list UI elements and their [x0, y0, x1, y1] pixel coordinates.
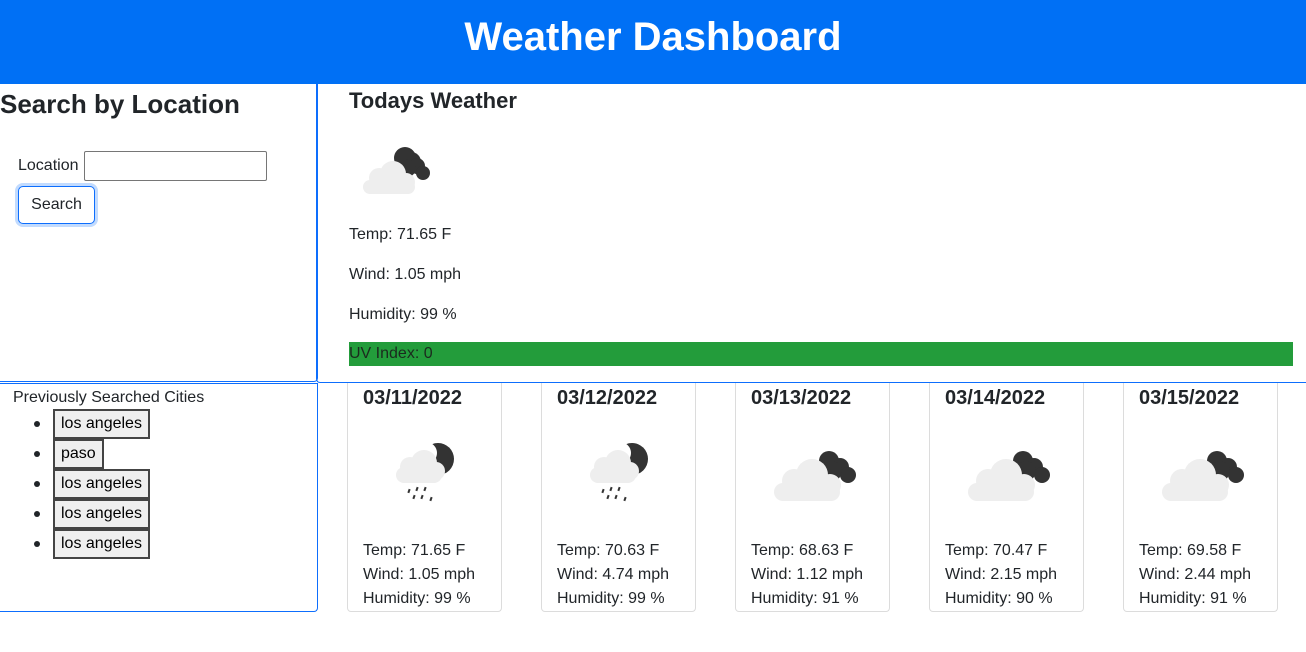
cloud-moon-icon — [774, 451, 856, 501]
history-city-button[interactable]: los angeles — [53, 499, 150, 529]
forecast-temp: Temp: 71.65 F — [363, 542, 466, 559]
uv-index-text: UV Index: 0 — [349, 345, 433, 362]
todays-weather-title: Todays Weather — [349, 88, 517, 113]
today-wind: Wind: 1.05 mph — [349, 266, 462, 283]
forecast-wind: Wind: 4.74 mph — [557, 566, 670, 583]
forecast-card: 03/13/2022 Temp: 68.63 F Wind: 1.12 mph … — [735, 383, 890, 612]
cloud-moon-icon — [968, 451, 1050, 501]
rain-cloud-moon-icon — [396, 442, 454, 502]
forecast-date: 03/11/2022 — [363, 387, 462, 409]
today-humidity: Humidity: 99 % — [349, 306, 457, 323]
todays-weather-panel: Todays Weather Temp: 71.65 F Wind: 1.05 … — [316, 84, 1306, 383]
bullet — [34, 421, 40, 427]
forecast-wind: Wind: 2.44 mph — [1139, 566, 1252, 583]
cloud-moon-icon — [1162, 451, 1244, 501]
history-title: Previously Searched Cities — [13, 389, 205, 406]
search-panel: Search by Location Location Search — [0, 84, 318, 382]
forecast-humidity: Humidity: 90 % — [945, 590, 1053, 607]
bullet — [34, 451, 40, 457]
forecast-date: 03/14/2022 — [945, 387, 1046, 409]
forecast-card: 03/12/2022 Temp: 70.63 F Wind: 4.74 mph … — [541, 383, 696, 612]
history-city-button[interactable]: los angeles — [53, 409, 150, 439]
forecast-card: 03/11/2022 Temp: 71.65 F Wind: 1.05 mph … — [347, 383, 502, 612]
forecast-humidity: Humidity: 99 % — [557, 590, 665, 607]
forecast-card: 03/14/2022 Temp: 70.47 F Wind: 2.15 mph … — [929, 383, 1084, 612]
forecast-date: 03/15/2022 — [1139, 387, 1240, 409]
forecast-temp: Temp: 69.58 F — [1139, 542, 1242, 559]
forecast-wind: Wind: 1.05 mph — [363, 566, 476, 583]
forecast-temp: Temp: 68.63 F — [751, 542, 854, 559]
uv-index-badge: UV Index: 0 — [349, 342, 1293, 366]
forecast-humidity: Humidity: 91 % — [1139, 590, 1247, 607]
rain-cloud-moon-icon — [590, 442, 648, 502]
forecast-date: 03/13/2022 — [751, 387, 852, 409]
forecast-card: 03/15/2022 Temp: 69.58 F Wind: 2.44 mph … — [1123, 383, 1278, 612]
location-label: Location — [18, 157, 79, 174]
forecast-humidity: Humidity: 99 % — [363, 590, 471, 607]
history-city-button[interactable]: paso — [53, 439, 104, 469]
cloud-moon-icon — [363, 147, 430, 194]
forecast-temp: Temp: 70.63 F — [557, 542, 660, 559]
forecast-humidity: Humidity: 91 % — [751, 590, 859, 607]
bullet — [34, 481, 40, 487]
page-title: Weather Dashboard — [464, 15, 842, 59]
forecast-date: 03/12/2022 — [557, 387, 658, 409]
forecast-wind: Wind: 1.12 mph — [751, 566, 864, 583]
location-input[interactable] — [84, 151, 267, 181]
search-history-panel: Previously Searched Cities los angeles p… — [0, 383, 318, 612]
forecast-temp: Temp: 70.47 F — [945, 542, 1048, 559]
forecast-wind: Wind: 2.15 mph — [945, 566, 1058, 583]
bullet — [34, 541, 40, 547]
page-header: Weather Dashboard — [0, 0, 1306, 84]
history-city-button[interactable]: los angeles — [53, 469, 150, 499]
today-temp: Temp: 71.65 F — [349, 226, 452, 243]
search-button[interactable]: Search — [18, 186, 95, 224]
bullet — [34, 511, 40, 517]
history-city-button[interactable]: los angeles — [53, 529, 150, 559]
search-title: Search by Location — [0, 89, 240, 119]
